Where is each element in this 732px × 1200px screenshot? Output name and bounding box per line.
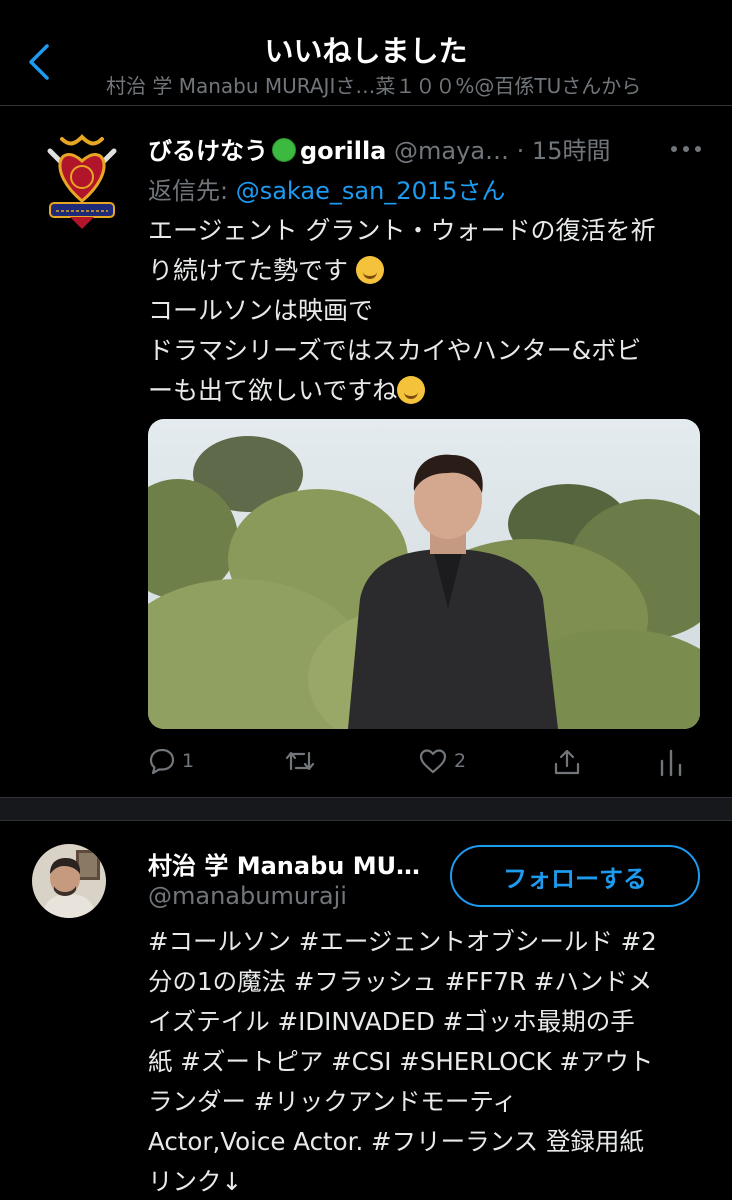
tweet-photo[interactable] (148, 419, 700, 729)
user-bio: #コールソン #エージェントオブシールド #2 分の1の魔法 #フラッシュ #F… (148, 922, 704, 1200)
tweet[interactable]: びるけなう gorilla @maya… · 15時間 返信先: @sakae_s… (0, 107, 732, 797)
like-button[interactable]: 2 (418, 747, 466, 775)
tweet-timestamp: · 15時間 (516, 137, 611, 165)
reply-context: 返信先: @sakae_san_2015さん (148, 171, 505, 206)
follow-button[interactable]: フォローする (450, 845, 700, 907)
tweet-text-line-with-emoji: り続けてた勢です (148, 251, 708, 291)
bio-line: リンク↓ (148, 1167, 243, 1196)
retweet-button[interactable] (284, 747, 322, 775)
tweet-text-line-with-emoji: ーも出て欲しいですね (148, 371, 708, 411)
bio-line: ランダー #リックアンドモーティ (148, 1087, 517, 1116)
page-title: いいねしました (264, 34, 468, 68)
reply-prefix: 返信先: (148, 177, 236, 205)
more-icon (671, 146, 701, 152)
reply-to-link[interactable]: @sakae_san_2015さん (236, 177, 506, 205)
thinking-emoji-icon (397, 376, 426, 404)
tweet-actions: 1 2 (148, 747, 700, 783)
laughing-emoji-icon (355, 256, 384, 284)
more-button[interactable] (670, 131, 702, 159)
analytics-icon (660, 749, 682, 777)
reply-icon (149, 748, 175, 775)
bio-line: 分の1の魔法 #フラッシュ #FF7R #ハンドメ (148, 967, 653, 996)
tweet-text-line: ドラマシリーズではスカイやハンター&ボビ (148, 336, 642, 365)
analytics-button[interactable] (658, 747, 684, 777)
author-handle[interactable]: @maya… (394, 137, 509, 165)
tweet-avatar[interactable] (40, 131, 124, 231)
bio-line: #コールソン #エージェントオブシールド #2 (148, 927, 657, 956)
tweet-text-line: り続けてた勢です (148, 256, 349, 285)
bio-line: Actor,Voice Actor. #フリーランス 登録用紙 (148, 1127, 644, 1156)
user-name[interactable]: 村治 学 Manabu MU… (148, 846, 448, 881)
author-name-suffix[interactable]: gorilla (300, 137, 386, 165)
user-avatar[interactable] (32, 844, 106, 918)
tweet-text: エージェント グラント・ウォードの復活を祈 り続けてた勢です コールソンは映画で… (148, 211, 708, 411)
section-divider (0, 797, 732, 821)
bio-line: イズテイル #IDINVADED #ゴッホ最期の手 (148, 1007, 635, 1036)
green-circle-emoji (272, 138, 296, 162)
user-handle[interactable]: @manabumuraji (148, 882, 347, 910)
crest-avatar-image (47, 134, 117, 229)
reply-button[interactable]: 1 (148, 747, 194, 775)
user-avatar-photo (32, 844, 106, 918)
top-bar: いいねしました 村治 学 Manabu MURAJIさ…菜１００%@百係TUさん… (0, 0, 732, 106)
tweet-text-line: エージェント グラント・ウォードの復活を祈 (148, 216, 656, 245)
retweet-icon (285, 751, 315, 771)
page-subtitle: 村治 学 Manabu MURAJIさ…菜１００%@百係TUさんから (106, 74, 642, 98)
reply-count: 1 (182, 750, 195, 772)
tweet-text-line: ーも出て欲しいですね (148, 376, 398, 405)
bio-line: 紙 #ズートピア #CSI #SHERLOCK #アウト (148, 1047, 654, 1076)
heart-icon (419, 749, 447, 774)
tweet-text-line: コールソンは映画で (148, 296, 374, 325)
tweet-header: びるけなう gorilla @maya… · 15時間 (148, 131, 708, 167)
user-card[interactable]: 村治 学 Manabu MU… @manabumuraji フォローする #コー… (0, 822, 732, 1200)
like-count: 2 (454, 750, 467, 772)
author-name[interactable]: びるけなう (148, 137, 268, 165)
share-icon (554, 749, 580, 775)
share-button[interactable] (552, 747, 582, 777)
photo-man-in-garden-image (148, 419, 700, 729)
